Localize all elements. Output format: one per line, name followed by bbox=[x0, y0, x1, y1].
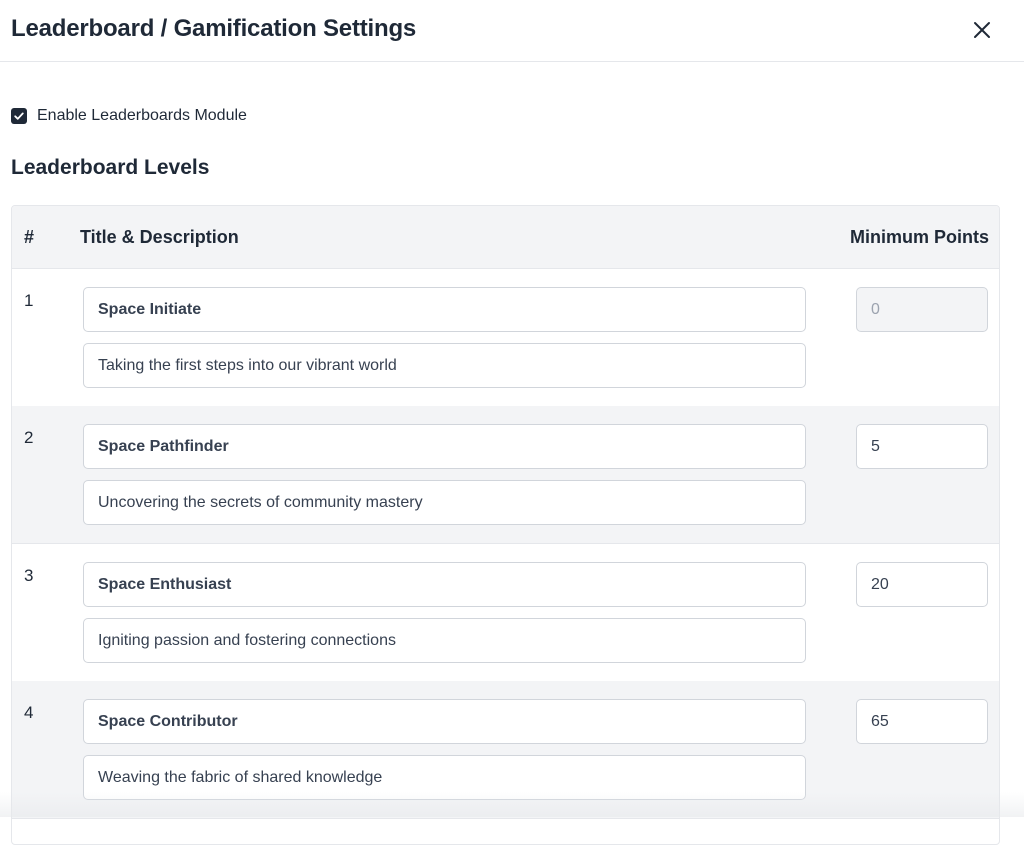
table-row: 2 bbox=[12, 406, 999, 544]
level-number: 1 bbox=[24, 291, 34, 310]
column-header-title-description: Title & Description bbox=[80, 227, 239, 247]
minimum-points-input bbox=[856, 287, 988, 332]
column-header-minimum-points: Minimum Points bbox=[850, 227, 989, 247]
table-row: 3 bbox=[12, 544, 999, 682]
minimum-points-input[interactable] bbox=[856, 699, 988, 744]
leaderboard-levels-title: Leaderboard Levels bbox=[11, 156, 210, 179]
leaderboard-levels-table: # Title & Description Minimum Points 1 2… bbox=[11, 205, 1000, 845]
table-header: # Title & Description Minimum Points bbox=[12, 206, 999, 269]
dialog-header: Leaderboard / Gamification Settings bbox=[0, 0, 1024, 62]
level-title-input[interactable] bbox=[83, 562, 806, 607]
level-title-input[interactable] bbox=[83, 424, 806, 469]
dialog-title: Leaderboard / Gamification Settings bbox=[11, 15, 417, 42]
level-description-input[interactable] bbox=[83, 480, 806, 525]
level-number: 2 bbox=[24, 428, 34, 447]
close-icon bbox=[974, 22, 990, 38]
column-header-number: # bbox=[24, 227, 35, 247]
checkmark-icon bbox=[14, 112, 24, 120]
table-row: 1 bbox=[12, 269, 999, 407]
level-title-input[interactable] bbox=[83, 287, 806, 332]
level-title-input[interactable] bbox=[83, 699, 806, 744]
level-description-input[interactable] bbox=[83, 755, 806, 800]
level-description-input[interactable] bbox=[83, 618, 806, 663]
minimum-points-input[interactable] bbox=[856, 562, 988, 607]
enable-leaderboards-row[interactable]: Enable Leaderboards Module bbox=[11, 107, 247, 125]
minimum-points-input[interactable] bbox=[856, 424, 988, 469]
enable-leaderboards-label[interactable]: Enable Leaderboards Module bbox=[37, 107, 247, 125]
level-number: 4 bbox=[24, 703, 34, 722]
table-row: 4 bbox=[12, 681, 999, 819]
level-number: 3 bbox=[24, 566, 34, 585]
enable-leaderboards-checkbox[interactable] bbox=[11, 108, 27, 124]
level-description-input[interactable] bbox=[83, 343, 806, 388]
close-button[interactable] bbox=[966, 14, 998, 46]
